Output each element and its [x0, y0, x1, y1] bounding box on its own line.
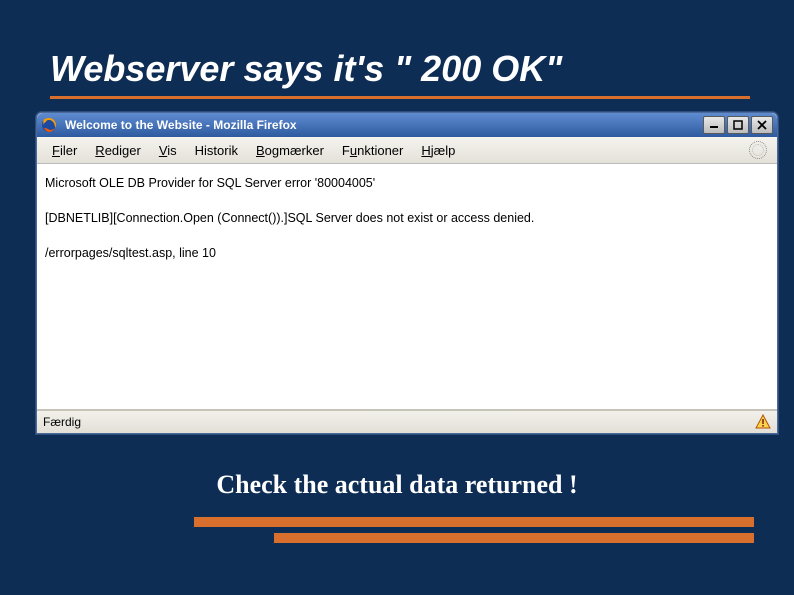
- menu-vis-label: is: [167, 143, 176, 158]
- slide-title: Webserver says it's " 200 OK": [50, 48, 562, 90]
- window-controls: [703, 116, 773, 134]
- menu-filer[interactable]: Filer: [43, 141, 86, 160]
- menu-hjaelp-label: jælp: [431, 143, 456, 158]
- throbber-icon: [749, 141, 767, 159]
- close-button[interactable]: [751, 116, 773, 134]
- title-underline: [50, 96, 750, 99]
- status-text: Færdig: [43, 415, 755, 429]
- window-title: Welcome to the Website - Mozilla Firefox: [63, 118, 703, 132]
- menu-historik-label: Historik: [195, 143, 238, 158]
- maximize-button[interactable]: [727, 116, 749, 134]
- menu-funktioner[interactable]: Funktioner: [333, 141, 412, 160]
- decorative-bar-2: [274, 533, 754, 543]
- firefox-icon: [41, 117, 57, 133]
- menu-rediger-label: ediger: [105, 143, 141, 158]
- slide-caption: Check the actual data returned !: [0, 470, 794, 500]
- statusbar: Færdig: [37, 409, 777, 433]
- menu-vis[interactable]: Vis: [150, 141, 186, 160]
- menubar: Filer Rediger Vis Historik Bogmærker Fun…: [37, 137, 777, 164]
- browser-window: Welcome to the Website - Mozilla Firefox…: [36, 112, 778, 434]
- menu-funktioner-label: nktioner: [357, 143, 403, 158]
- titlebar: Welcome to the Website - Mozilla Firefox: [37, 113, 777, 137]
- error-line-3: /errorpages/sqltest.asp, line 10: [45, 244, 769, 263]
- menu-filer-label: iler: [60, 143, 77, 158]
- page-content: Microsoft OLE DB Provider for SQL Server…: [37, 164, 777, 410]
- warning-icon: [755, 414, 771, 430]
- menu-bogmaerker[interactable]: Bogmærker: [247, 141, 333, 160]
- decorative-bar-1: [194, 517, 754, 527]
- menu-rediger[interactable]: Rediger: [86, 141, 150, 160]
- error-line-1: Microsoft OLE DB Provider for SQL Server…: [45, 174, 769, 193]
- menu-hjaelp[interactable]: Hjælp: [412, 141, 464, 160]
- minimize-button[interactable]: [703, 116, 725, 134]
- decorative-bars: [194, 517, 754, 543]
- menu-historik[interactable]: Historik: [186, 141, 247, 160]
- menu-bogmaerker-label: ogmærker: [265, 143, 324, 158]
- error-line-2: [DBNETLIB][Connection.Open (Connect()).]…: [45, 209, 769, 228]
